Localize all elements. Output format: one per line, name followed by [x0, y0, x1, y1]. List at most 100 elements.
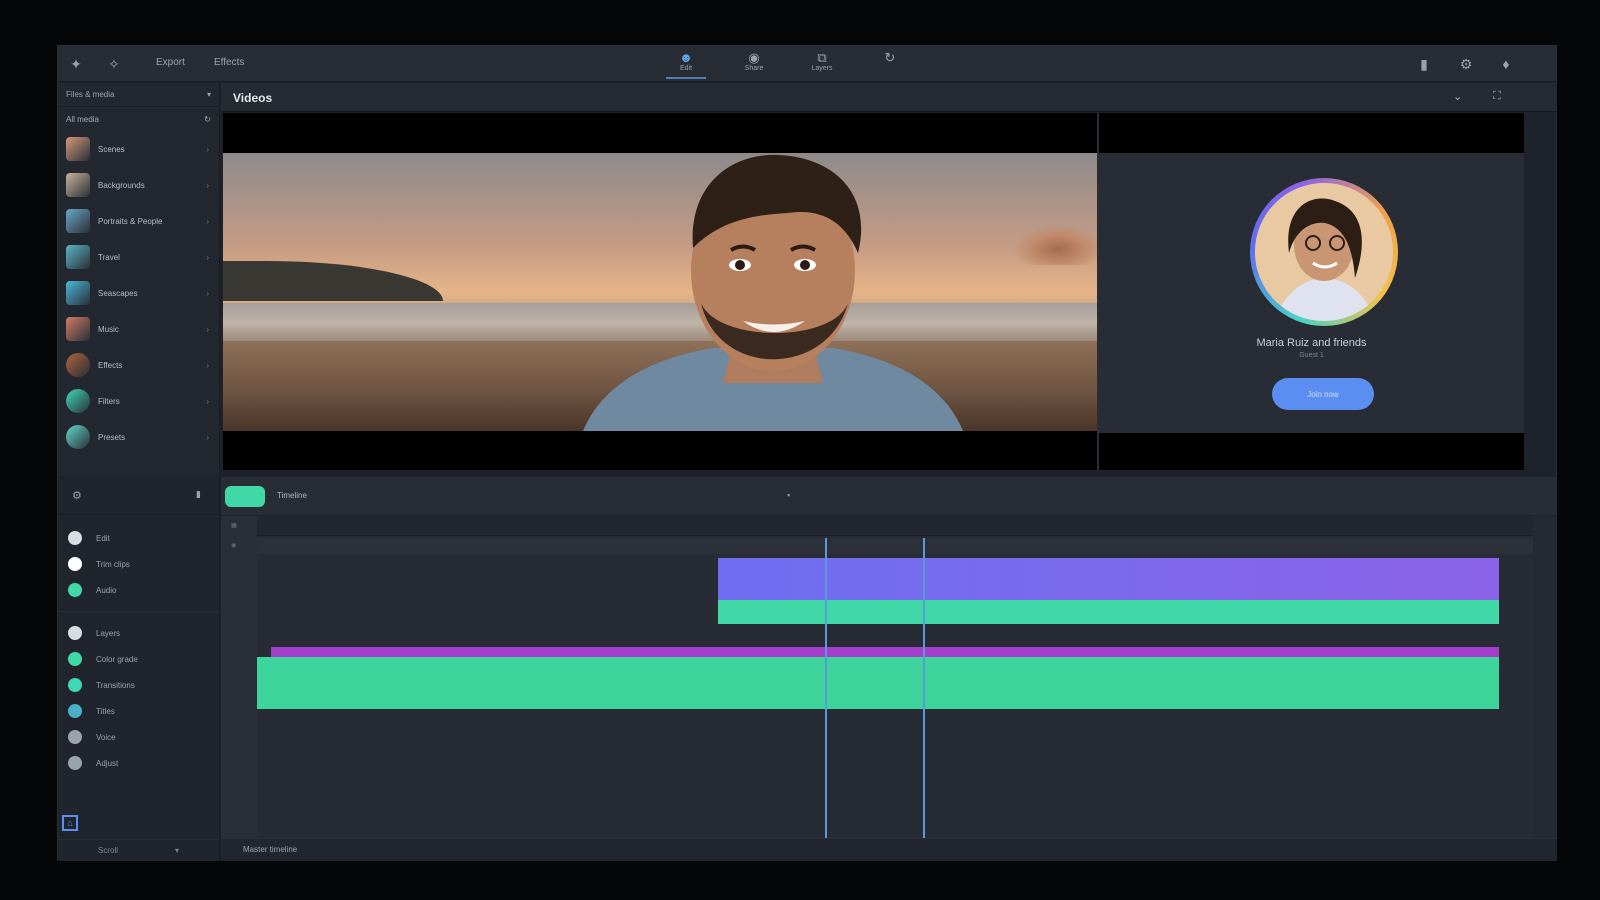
chevron-right-icon[interactable]: › [206, 145, 209, 154]
profile-subtitle: Guest 1 [1299, 352, 1324, 359]
media-item[interactable]: Filters › [58, 383, 219, 419]
tools-header: ⚙ ▮ [58, 477, 219, 515]
tool-item[interactable]: Edit [58, 525, 219, 551]
media-panel-subheader[interactable]: All media ↻ [58, 107, 219, 131]
media-thumbnail [66, 137, 90, 161]
chevron-down-icon[interactable]: ▾ [207, 90, 211, 99]
tool-divider [58, 611, 219, 612]
tab-edit[interactable]: ☻ Edit [666, 51, 706, 79]
fullscreen-icon[interactable]: ⛶ [1493, 90, 1501, 103]
record-toggle[interactable] [225, 486, 265, 507]
media-panel: Files & media ▾ All media ↻ Scenes › Backg… [58, 83, 220, 476]
notification-icon[interactable]: ♦ [1496, 54, 1516, 74]
tab-share[interactable]: ◉ Share [734, 51, 774, 79]
media-item[interactable]: Portraits & People › [58, 203, 219, 239]
tool-item[interactable]: Voice [58, 724, 219, 750]
chevron-down-icon[interactable]: ⌄ [1453, 90, 1462, 103]
pin-icon[interactable]: ▮ [196, 489, 201, 500]
chevron-right-icon[interactable]: › [206, 181, 209, 190]
avatar[interactable] [1255, 183, 1393, 321]
gear-icon[interactable]: ⚙ [72, 489, 82, 502]
tool-label: Transitions [96, 680, 135, 690]
tool-icon [68, 704, 82, 718]
timeline-tracks[interactable]: ▦ ◉ [221, 516, 1557, 838]
menu-effects[interactable]: Effects [214, 57, 244, 68]
media-list: Scenes › Backgrounds › Portraits & People › Tr… [58, 131, 219, 455]
tool-icon [68, 583, 82, 597]
main-clip-green[interactable] [257, 657, 1499, 709]
media-item[interactable]: Seascapes › [58, 275, 219, 311]
eye-icon[interactable]: ◉ [231, 542, 236, 549]
video-clip-purple[interactable] [718, 558, 1499, 600]
media-thumbnail [66, 209, 90, 233]
pin-icon[interactable]: ✦ [66, 54, 86, 74]
media-thumbnail [66, 245, 90, 269]
video-preview[interactable] [223, 113, 1098, 470]
media-item[interactable]: Effects › [58, 347, 219, 383]
chevron-down-icon[interactable]: ▾ [175, 846, 179, 855]
tool-label: Edit [96, 533, 110, 543]
refresh-icon[interactable]: ↻ [204, 115, 211, 124]
tool-icon [68, 730, 82, 744]
tool-item[interactable]: Adjust [58, 750, 219, 776]
tool-item[interactable]: Layers [58, 620, 219, 646]
guest-panel: Maria Ruiz and friends Guest 1 Join now [1099, 113, 1524, 470]
effect-strip-magenta[interactable] [271, 647, 1499, 657]
media-thumbnail [66, 317, 90, 341]
audio-clip-green[interactable] [718, 600, 1499, 624]
tool-item[interactable]: Audio [58, 577, 219, 603]
tab-history[interactable]: ↻ [870, 51, 910, 79]
media-item[interactable]: Scenes › [58, 131, 219, 167]
layers-icon: ⧉ [817, 50, 827, 65]
tool-label: Color grade [96, 654, 138, 664]
chevron-right-icon[interactable]: › [206, 325, 209, 334]
media-item[interactable]: Backgrounds › [58, 167, 219, 203]
shoreline [223, 261, 443, 301]
grid-icon[interactable]: ▦ [231, 522, 237, 529]
media-item-label: Presets [98, 432, 126, 442]
media-thumbnail [66, 389, 90, 413]
timeline-toolbar: Timeline ▪ [221, 477, 1557, 515]
chevron-right-icon[interactable]: › [206, 289, 209, 298]
media-item-label: Backgrounds [98, 180, 145, 190]
tool-icon [68, 756, 82, 770]
tool-icon [68, 557, 82, 571]
magic-icon[interactable]: ✧ [104, 54, 124, 74]
media-item-label: Scenes [98, 144, 125, 154]
media-item-label: Effects [98, 360, 123, 370]
media-item[interactable]: Presets › [58, 419, 219, 455]
join-button[interactable]: Join now [1272, 378, 1374, 410]
chevron-right-icon[interactable]: › [206, 397, 209, 406]
media-thumbnail [66, 425, 90, 449]
trash-icon[interactable]: ▮ [1414, 54, 1434, 74]
chevron-right-icon[interactable]: › [206, 253, 209, 262]
time-ruler[interactable] [221, 516, 1557, 536]
top-toolbar: ✦ ✧ Export Effects ☻ Edit ◉ Share ⧉ Laye… [58, 46, 1556, 82]
tool-label: Trim clips [96, 559, 130, 569]
track-gutter: ▦ ◉ [221, 516, 257, 838]
tab-layers[interactable]: ⧉ Layers [802, 51, 842, 79]
timeline-tools-panel: ⚙ ▮ Edit Trim clips Audio Layers Color grad… [58, 477, 220, 861]
tool-icon [68, 531, 82, 545]
cloud [1013, 225, 1098, 265]
chevron-right-icon[interactable]: › [206, 361, 209, 370]
tool-item[interactable]: Color grade [58, 646, 219, 672]
profile-card: Maria Ruiz and friends Guest 1 Join now [1099, 153, 1524, 433]
vertical-scrollbar[interactable] [1533, 516, 1557, 838]
media-item[interactable]: Music › [58, 311, 219, 347]
tool-item[interactable]: Transitions [58, 672, 219, 698]
menu-export[interactable]: Export [156, 57, 185, 68]
settings-icon[interactable]: ⚙ [1456, 54, 1476, 74]
playhead-secondary[interactable] [923, 538, 925, 838]
media-item[interactable]: Travel › [58, 239, 219, 275]
media-item-label: Travel [98, 252, 120, 262]
tool-item[interactable]: Trim clips [58, 551, 219, 577]
tool-item[interactable]: Titles [58, 698, 219, 724]
marker-icon[interactable]: ▪ [787, 490, 790, 500]
chevron-right-icon[interactable]: › [206, 433, 209, 442]
playhead[interactable] [825, 538, 827, 838]
tool-icon [68, 678, 82, 692]
chevron-right-icon[interactable]: › [206, 217, 209, 226]
media-thumbnail [66, 353, 90, 377]
tools-footer[interactable]: Scroll ▾ [58, 839, 219, 861]
